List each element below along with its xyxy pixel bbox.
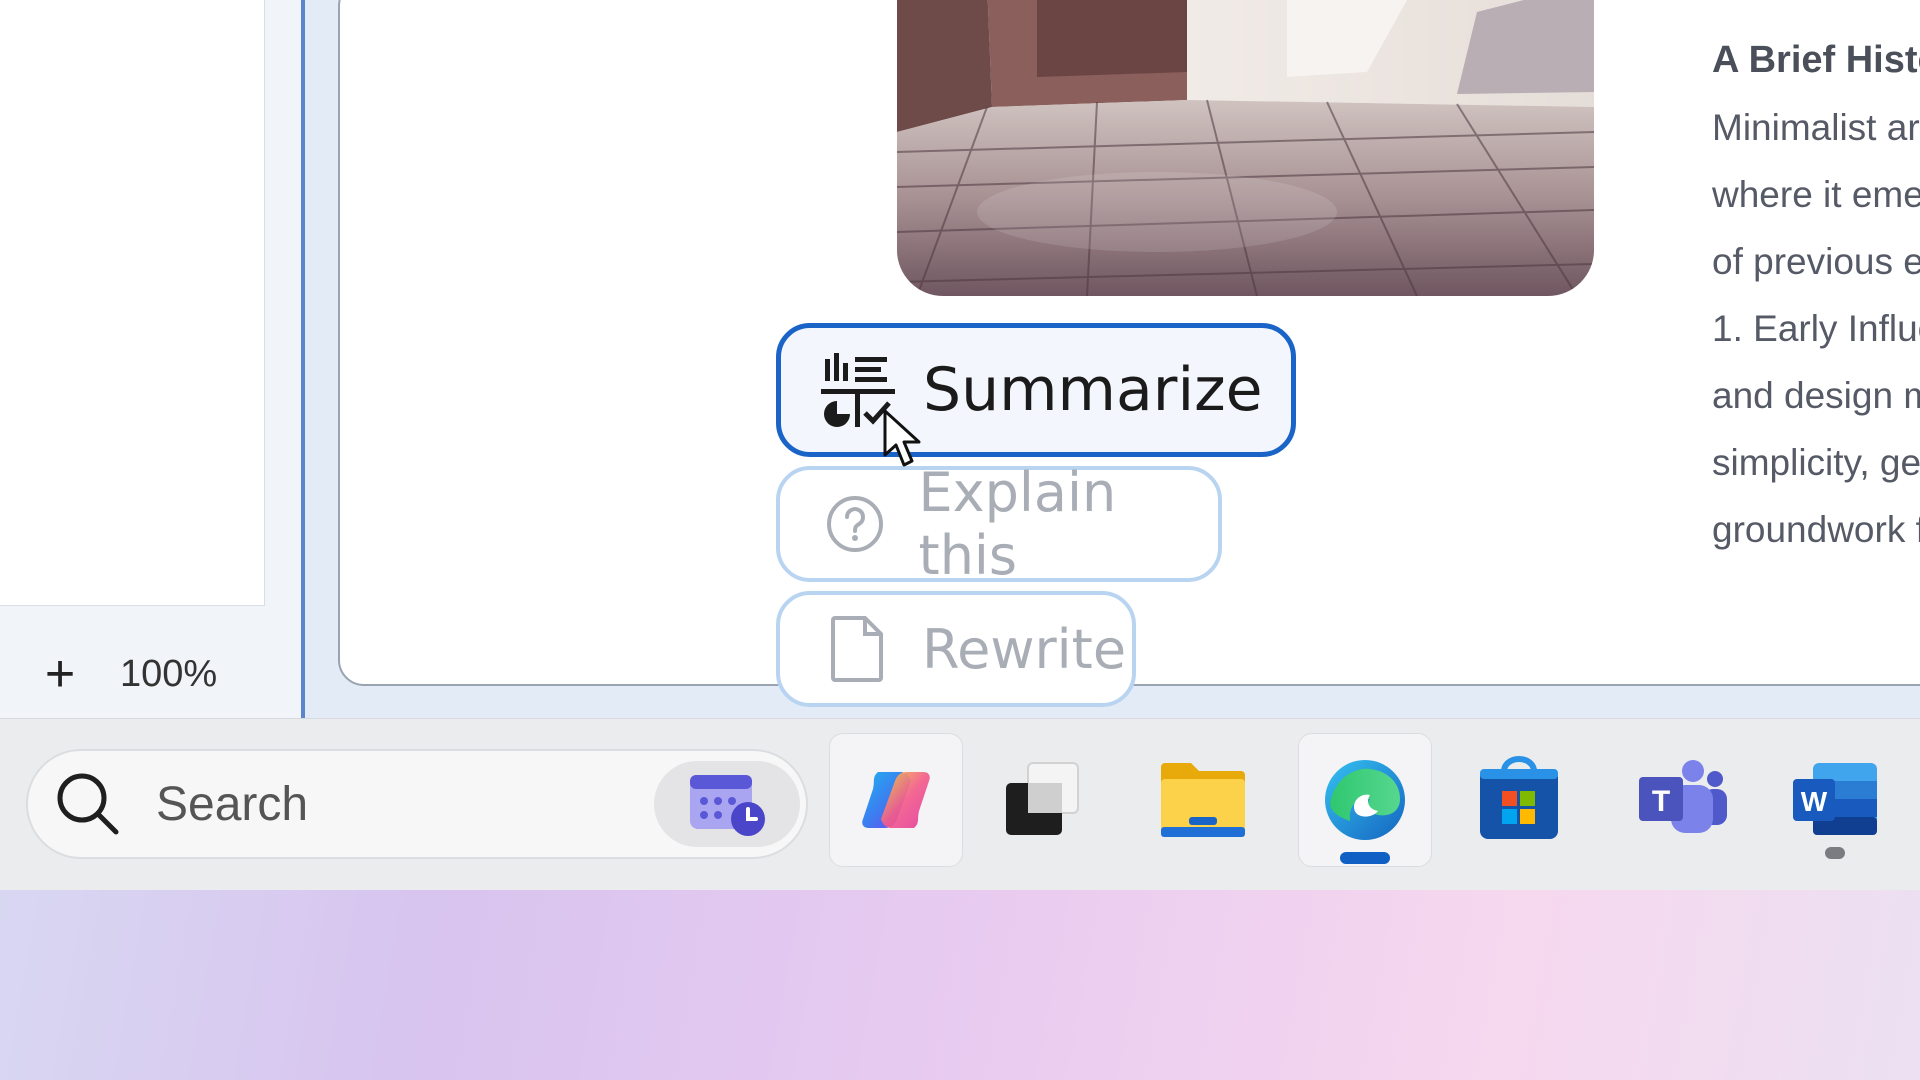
calendar-clock-icon <box>690 775 765 836</box>
mouse-cursor-icon <box>883 409 921 467</box>
taskbar-search[interactable]: Search <box>26 749 808 859</box>
document-heading: A Brief History of Minimalist A <box>1712 39 1920 81</box>
taskbar-file-explorer[interactable] <box>1136 733 1270 867</box>
word-icon: W <box>1793 763 1877 835</box>
svg-text:T: T <box>1652 785 1670 818</box>
explain-this-label: Explain this <box>918 461 1117 587</box>
document-line-2: where it emerged as a response <box>1712 174 1920 215</box>
summarize-button[interactable]: Summarize <box>776 323 1296 457</box>
copilot-icon <box>862 772 930 828</box>
teams-icon: T <box>1639 760 1727 833</box>
zoom-level[interactable]: 100% <box>120 653 217 696</box>
taskbar: Search T W <box>0 718 1920 890</box>
document-line-7: groundwork for the minimalist d <box>1712 509 1920 550</box>
thumbnail-panel: + 100% <box>0 0 305 718</box>
taskbar-task-view[interactable] <box>974 733 1108 867</box>
architecture-photo <box>897 0 1594 296</box>
taskbar-store[interactable] <box>1452 733 1586 867</box>
search-icon <box>57 773 119 835</box>
architecture-image[interactable] <box>897 0 1594 296</box>
app-window: + 100% A Brief Hist Minimalist ar where … <box>0 0 1920 718</box>
zoom-bar: + 100% <box>0 630 301 718</box>
folder-icon <box>1161 763 1245 837</box>
taskbar-edge[interactable] <box>1298 733 1432 867</box>
task-view-icon <box>1006 762 1079 835</box>
document-line-5: and design movements like De S <box>1712 375 1920 416</box>
edge-icon <box>1325 760 1405 840</box>
search-highlight-badge[interactable] <box>654 761 800 847</box>
document-icon <box>818 610 896 688</box>
search-placeholder: Search <box>156 777 309 831</box>
svg-text:W: W <box>1801 786 1828 817</box>
taskbar-teams[interactable]: T <box>1614 733 1748 867</box>
rewrite-label: Rewrite <box>922 617 1127 681</box>
document-line-4: 1. Early Influences (Early 20th C <box>1712 308 1920 349</box>
document-line-3: of previous eras. Here are some <box>1712 241 1920 282</box>
running-indicator <box>1825 847 1845 859</box>
summarize-label: Summarize <box>923 355 1263 425</box>
question-circle-icon <box>818 485 893 563</box>
taskbar-word[interactable]: W <box>1768 733 1902 867</box>
page-thumbnail[interactable] <box>0 0 265 606</box>
taskbar-copilot[interactable] <box>829 733 963 867</box>
active-indicator <box>1340 852 1390 864</box>
document-line-1: Minimalist architecture design h <box>1712 107 1920 148</box>
store-icon <box>1480 756 1558 839</box>
document-text[interactable]: A Brief History of Minimalist A Minimali… <box>1712 27 1920 563</box>
explain-this-button[interactable]: Explain this <box>776 461 1222 587</box>
zoom-in-button[interactable]: + <box>0 630 120 718</box>
document-line-6: simplicity, geometric forms, and <box>1712 442 1920 483</box>
rewrite-button[interactable]: Rewrite <box>776 591 1136 707</box>
